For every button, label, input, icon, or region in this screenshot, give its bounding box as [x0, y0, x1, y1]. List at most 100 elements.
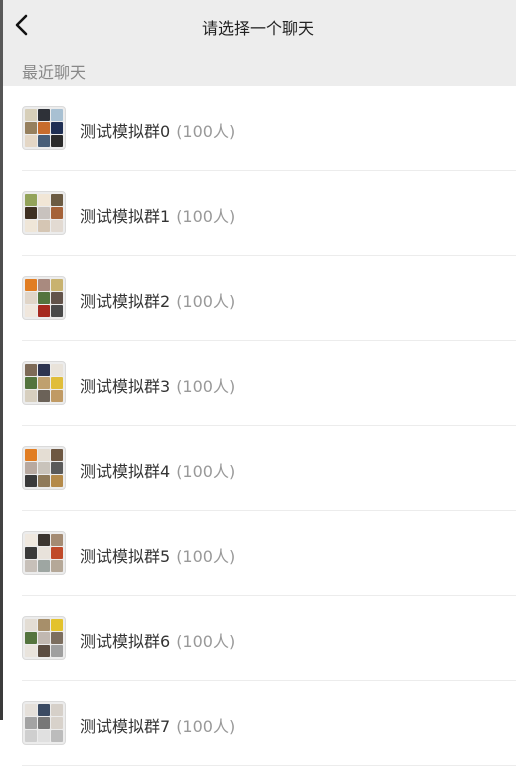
avatar-tile	[38, 364, 50, 376]
avatar-tile	[38, 279, 50, 291]
chat-title-line: 测试模拟群0 (100人)	[80, 118, 235, 142]
avatar-tile	[38, 632, 50, 644]
avatar-tile	[25, 305, 37, 317]
avatar-tile	[38, 207, 50, 219]
avatar-tile	[25, 475, 37, 487]
avatar-tile	[25, 109, 37, 121]
avatar-tile	[25, 122, 37, 134]
chat-list-item[interactable]: 测试模拟群2 (100人)	[0, 256, 516, 341]
chat-list-item[interactable]: 测试模拟群5 (100人)	[0, 511, 516, 596]
avatar-tile	[25, 619, 37, 631]
chat-name: 测试模拟群6	[80, 632, 171, 651]
avatar-tile	[25, 462, 37, 474]
avatar-tile	[51, 619, 63, 631]
avatar-tile	[38, 462, 50, 474]
avatar-tile	[51, 390, 63, 402]
section-header: 最近聊天	[0, 50, 516, 86]
chat-title-line: 测试模拟群2 (100人)	[80, 288, 235, 312]
avatar-tile	[38, 135, 50, 147]
chat-name: 测试模拟群5	[80, 547, 171, 566]
chat-name: 测试模拟群3	[80, 377, 171, 396]
page-title: 请选择一个聊天	[201, 19, 314, 38]
avatar-tile	[51, 305, 63, 317]
avatar-tile	[38, 220, 50, 232]
top-bar: 请选择一个聊天	[0, 0, 516, 50]
avatar-tile	[25, 364, 37, 376]
member-count: (100人)	[176, 632, 236, 651]
avatar-tile	[38, 122, 50, 134]
avatar-tile	[51, 109, 63, 121]
avatar-tile	[51, 475, 63, 487]
avatar-tile	[25, 292, 37, 304]
member-count: (100人)	[176, 292, 236, 311]
section-title: 最近聊天	[22, 63, 87, 82]
avatar-tile	[51, 207, 63, 219]
member-count: (100人)	[176, 207, 236, 226]
avatar-tile	[51, 364, 63, 376]
chat-list-item[interactable]: 测试模拟群4 (100人)	[0, 426, 516, 511]
chat-title-line: 测试模拟群1 (100人)	[80, 203, 235, 227]
avatar-tile	[25, 547, 37, 559]
avatar-tile	[51, 462, 63, 474]
avatar-tile	[51, 122, 63, 134]
avatar-tile	[51, 730, 63, 742]
avatar-tile	[25, 632, 37, 644]
chat-list: 测试模拟群0 (100人) 测试模拟群1 (100人) 测试模拟群2 (100人) 测试模拟…	[0, 86, 516, 766]
avatar-tile	[25, 135, 37, 147]
avatar-tile	[51, 560, 63, 572]
avatar-tile	[38, 390, 50, 402]
chat-name: 测试模拟群1	[80, 207, 171, 226]
chat-list-item[interactable]: 测试模拟群7 (100人)	[0, 681, 516, 766]
group-avatar	[22, 701, 66, 745]
avatar-tile	[51, 717, 63, 729]
chat-title-line: 测试模拟群3 (100人)	[80, 373, 235, 397]
avatar-tile	[51, 547, 63, 559]
avatar-tile	[51, 279, 63, 291]
chat-title-line: 测试模拟群6 (100人)	[80, 628, 235, 652]
avatar-tile	[38, 645, 50, 657]
chat-title-line: 测试模拟群5 (100人)	[80, 543, 235, 567]
avatar-tile	[51, 449, 63, 461]
avatar-tile	[25, 730, 37, 742]
group-avatar	[22, 276, 66, 320]
avatar-tile	[51, 194, 63, 206]
avatar-tile	[38, 704, 50, 716]
avatar-tile	[25, 645, 37, 657]
avatar-tile	[51, 534, 63, 546]
group-avatar	[22, 531, 66, 575]
avatar-tile	[38, 730, 50, 742]
avatar-tile	[38, 534, 50, 546]
avatar-tile	[25, 704, 37, 716]
avatar-tile	[51, 377, 63, 389]
chat-list-item[interactable]: 测试模拟群3 (100人)	[0, 341, 516, 426]
group-avatar	[22, 361, 66, 405]
avatar-tile	[25, 449, 37, 461]
avatar-tile	[38, 194, 50, 206]
chat-title-line: 测试模拟群7 (100人)	[80, 713, 235, 737]
avatar-tile	[38, 717, 50, 729]
avatar-tile	[38, 305, 50, 317]
avatar-tile	[51, 632, 63, 644]
avatar-tile	[51, 135, 63, 147]
avatar-tile	[51, 645, 63, 657]
avatar-tile	[38, 109, 50, 121]
chat-list-item[interactable]: 测试模拟群1 (100人)	[0, 171, 516, 256]
avatar-tile	[25, 534, 37, 546]
avatar-tile	[51, 704, 63, 716]
avatar-tile	[38, 292, 50, 304]
group-avatar	[22, 106, 66, 150]
member-count: (100人)	[176, 462, 236, 481]
chat-list-item[interactable]: 测试模拟群0 (100人)	[0, 86, 516, 171]
chat-list-item[interactable]: 测试模拟群6 (100人)	[0, 596, 516, 681]
avatar-tile	[25, 207, 37, 219]
window-left-edge	[0, 0, 3, 720]
avatar-tile	[25, 220, 37, 232]
avatar-tile	[38, 377, 50, 389]
member-count: (100人)	[176, 547, 236, 566]
avatar-tile	[25, 377, 37, 389]
chat-name: 测试模拟群0	[80, 122, 171, 141]
chat-name: 测试模拟群2	[80, 292, 171, 311]
avatar-tile	[38, 449, 50, 461]
chat-name: 测试模拟群4	[80, 462, 171, 481]
avatar-tile	[51, 292, 63, 304]
